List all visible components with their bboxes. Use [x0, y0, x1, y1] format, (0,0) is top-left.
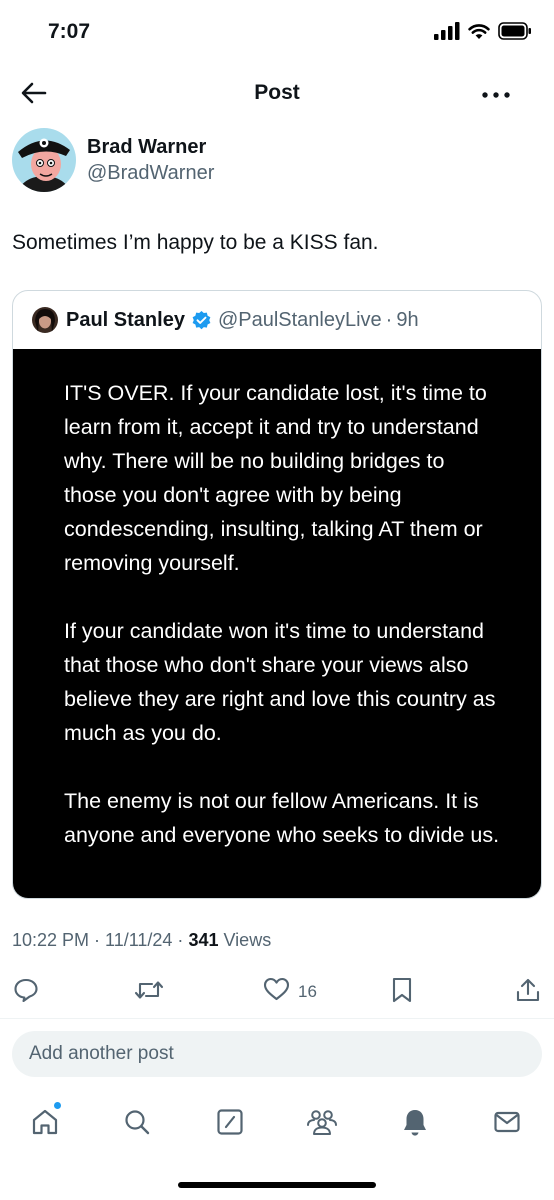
reply-input[interactable]: Add another post — [12, 1031, 542, 1077]
like-button[interactable]: 16 — [263, 977, 317, 1007]
repost-button[interactable] — [134, 978, 164, 1006]
post-text: Sometimes I’m happy to be a KISS fan. — [12, 231, 379, 254]
bottom-tab-bar — [0, 1100, 554, 1150]
reply-button[interactable] — [13, 978, 39, 1006]
quoted-post-image: IT'S OVER. If your candidate lost, it's … — [13, 349, 541, 898]
author-avatar[interactable] — [12, 128, 76, 192]
page-title: Post — [254, 81, 300, 104]
notifications-icon — [401, 1107, 429, 1142]
search-icon — [123, 1108, 151, 1141]
tab-home[interactable] — [25, 1104, 65, 1144]
wifi-icon — [468, 23, 490, 45]
grok-icon — [216, 1108, 244, 1141]
post-timestamp: 10:22 PM · 11/11/24 · — [12, 930, 184, 950]
quoted-post-time: 9h — [396, 308, 419, 331]
quoted-author-name: Paul Stanley — [66, 308, 185, 331]
tab-notifications[interactable] — [395, 1104, 435, 1144]
verified-badge-icon — [191, 310, 212, 331]
messages-icon — [493, 1109, 521, 1140]
like-count: 16 — [298, 982, 317, 1001]
views-count: 341 — [188, 930, 219, 950]
quoted-author-avatar — [32, 307, 58, 333]
action-bar: 16 — [0, 972, 554, 1012]
communities-icon — [306, 1108, 338, 1141]
battery-icon — [498, 22, 532, 45]
views-label: Views — [218, 930, 272, 950]
more-options-button[interactable] — [476, 82, 516, 106]
more-icon — [482, 85, 510, 103]
tab-messages[interactable] — [487, 1104, 527, 1144]
top-nav: Post — [0, 70, 554, 120]
tab-communities[interactable] — [302, 1104, 342, 1144]
share-icon — [515, 977, 541, 1008]
quoted-author-handle: @PaulStanleyLive — [217, 308, 382, 331]
bookmark-button[interactable] — [391, 977, 413, 1008]
heart-icon — [263, 977, 290, 1007]
status-icons — [434, 22, 532, 45]
quoted-text-paragraph: If your candidate won it's time to under… — [64, 619, 496, 745]
post-meta: 10:22 PM · 11/11/24 · 341 Views — [12, 930, 271, 951]
home-notification-dot — [54, 1102, 61, 1109]
author-name[interactable]: Brad Warner — [87, 134, 214, 160]
reply-placeholder: Add another post — [29, 1043, 174, 1064]
repost-icon — [134, 977, 164, 1008]
quoted-post-header: Paul Stanley @PaulStanleyLive · 9h — [13, 291, 541, 349]
quoted-text-paragraph: The enemy is not our fellow Americans. I… — [64, 789, 500, 847]
home-icon — [31, 1108, 59, 1141]
status-time: 7:07 — [48, 20, 91, 43]
tab-search[interactable] — [117, 1104, 157, 1144]
reply-icon — [13, 977, 39, 1008]
divider — [0, 1018, 554, 1019]
quoted-post-separator: · — [385, 308, 393, 331]
author-handle[interactable]: @BradWarner — [87, 160, 214, 186]
home-indicator[interactable] — [178, 1182, 376, 1188]
cellular-signal-icon — [434, 22, 460, 45]
tab-grok[interactable] — [210, 1104, 250, 1144]
share-button[interactable] — [515, 978, 541, 1006]
bookmark-icon — [391, 977, 413, 1008]
quoted-text-paragraph: IT'S OVER. If your candidate lost, it's … — [64, 381, 487, 575]
status-bar: 7:07 — [0, 0, 554, 66]
quoted-post[interactable]: Paul Stanley @PaulStanleyLive · 9h IT'S … — [12, 290, 542, 899]
post-author[interactable]: Brad Warner @BradWarner — [12, 128, 214, 192]
